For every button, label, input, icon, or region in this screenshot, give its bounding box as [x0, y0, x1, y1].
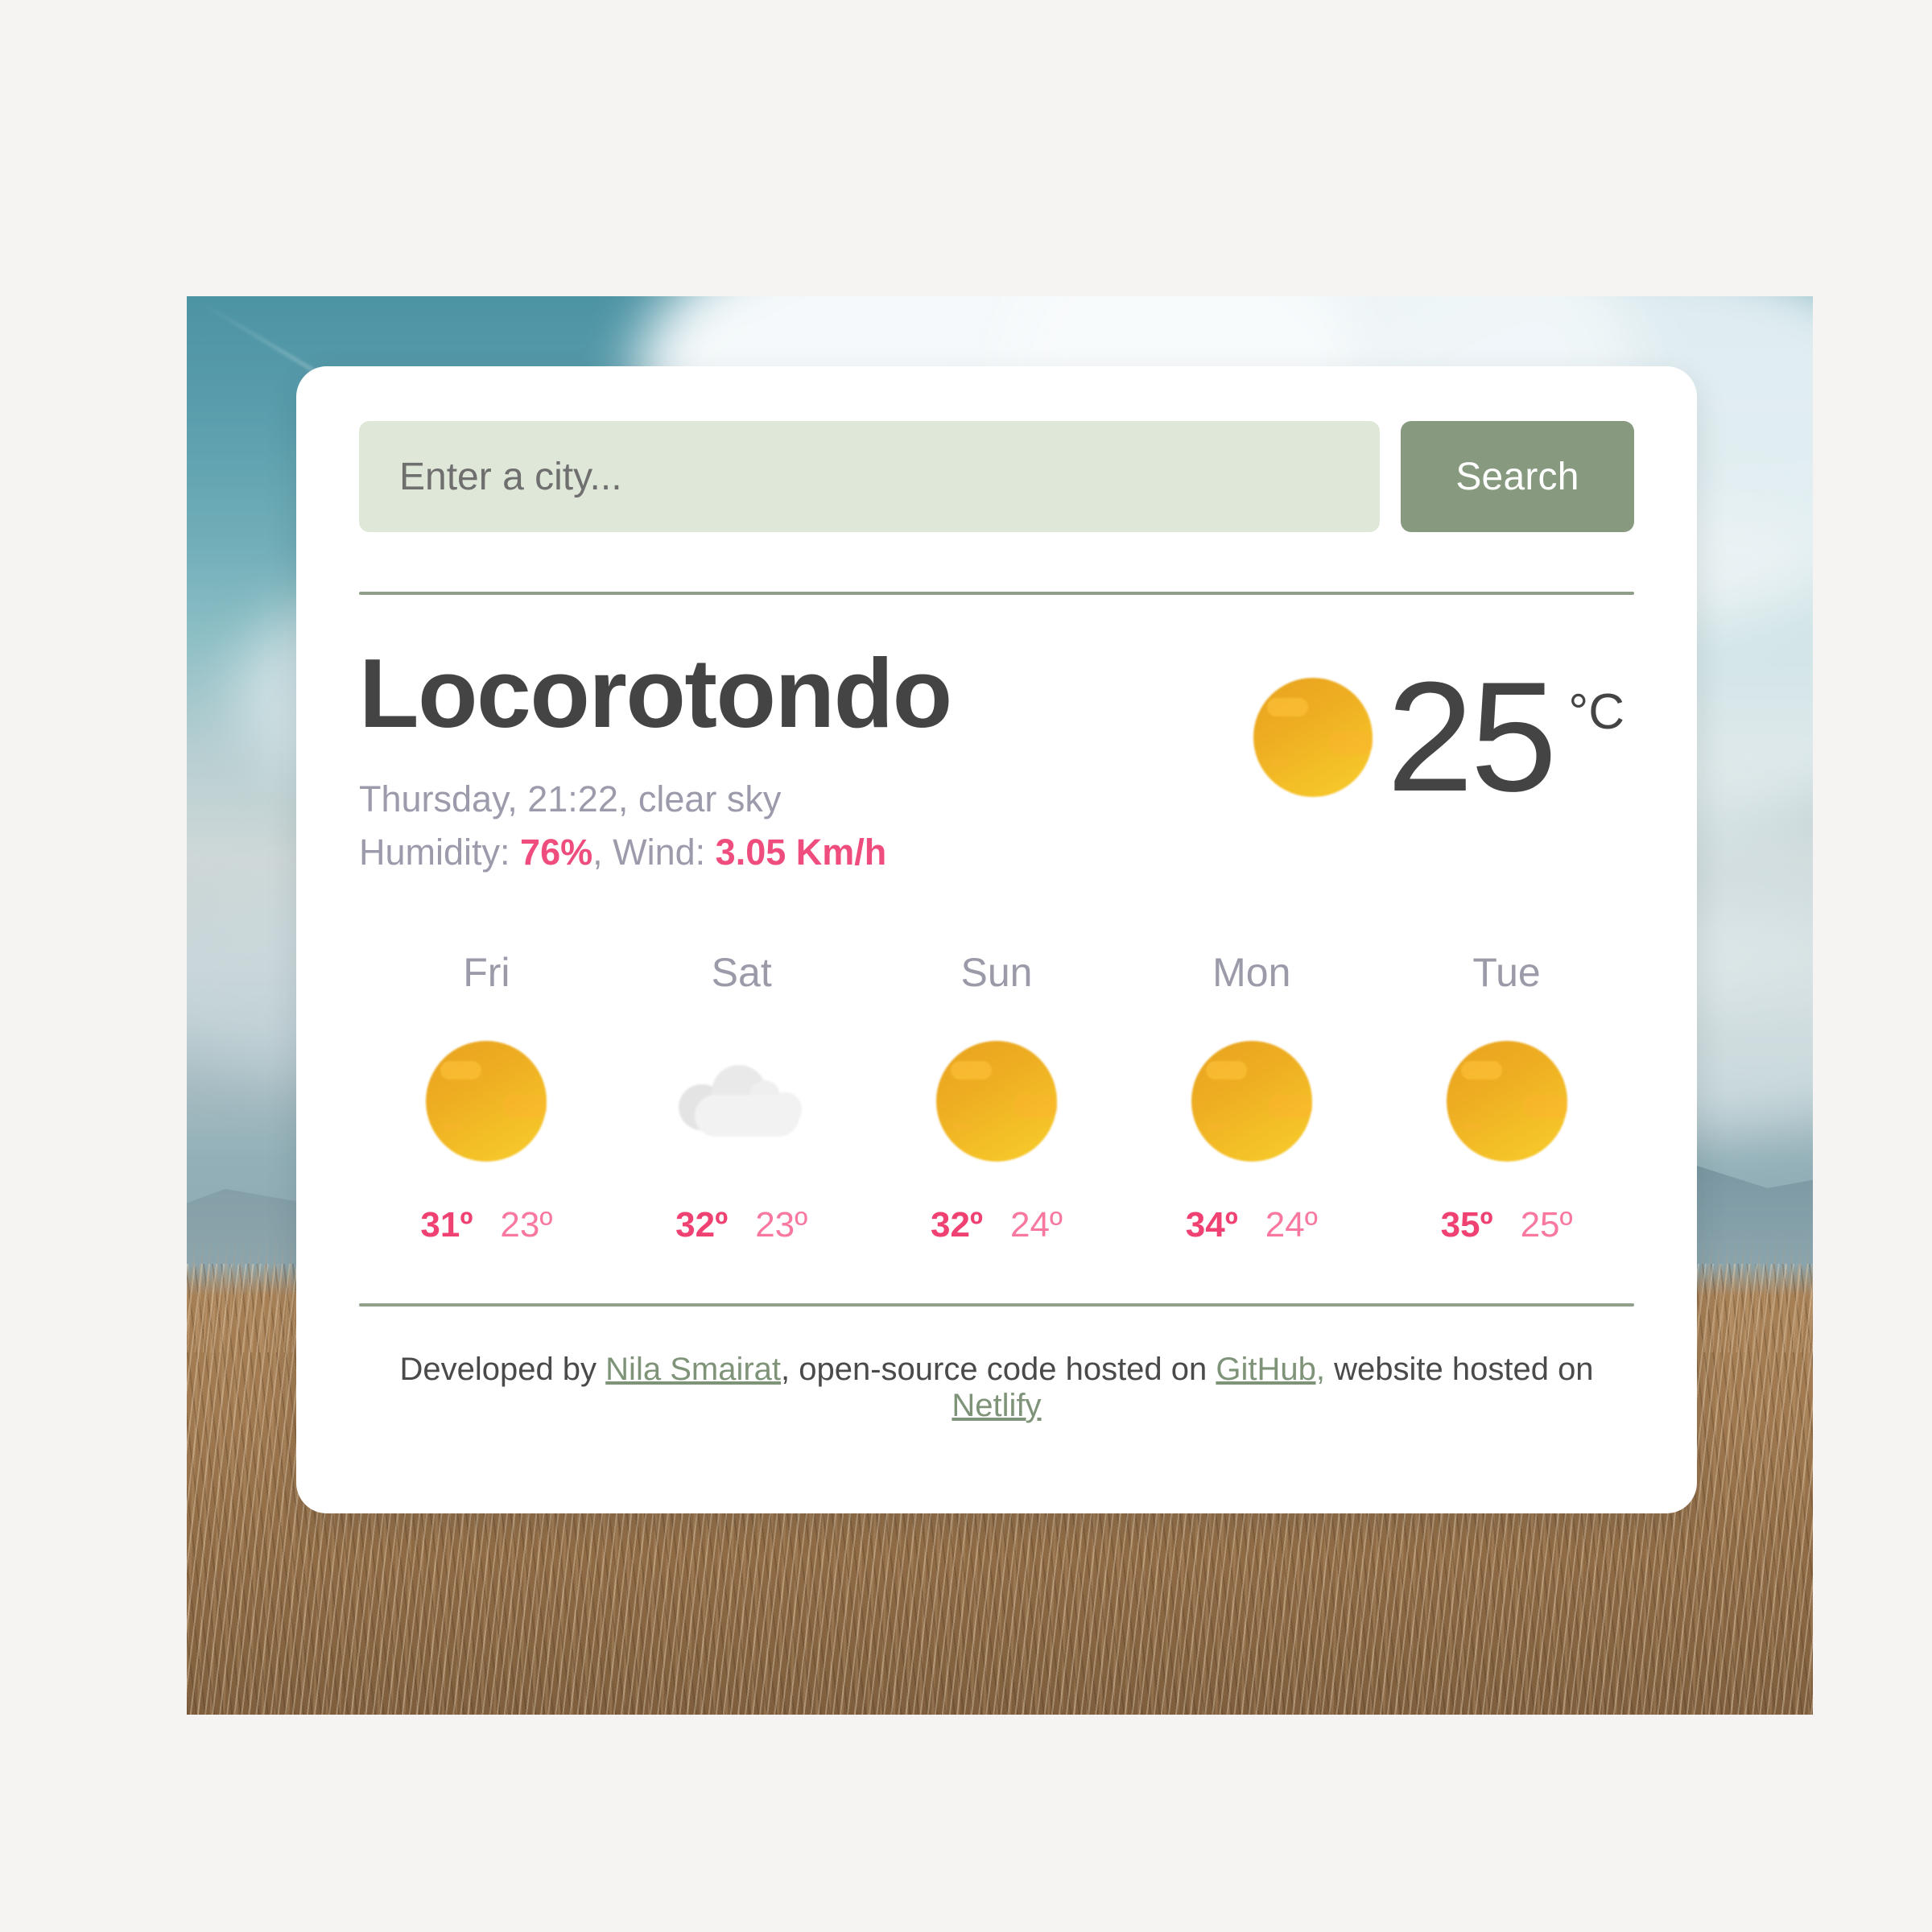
- forecast-temp-min: 23º: [500, 1204, 553, 1245]
- footer-mid1: , open-source code hosted on: [781, 1351, 1216, 1387]
- forecast-temp-max: 35º: [1440, 1204, 1493, 1245]
- forecast-temp-max: 34º: [1185, 1204, 1238, 1245]
- current-info: Locorotondo Thursday, 21:22, clear sky H…: [359, 638, 952, 880]
- sun-icon: [935, 1040, 1057, 1162]
- netlify-link[interactable]: Netlify: [952, 1388, 1041, 1423]
- weather-card: Search Locorotondo Thursday, 21:22, clea…: [296, 366, 1697, 1513]
- forecast-temp-min: 24º: [1009, 1204, 1063, 1245]
- footer-prefix: Developed by: [399, 1351, 606, 1387]
- wind-label: , Wind:: [592, 832, 716, 873]
- day-time-condition: Thursday, 21:22, clear sky: [359, 778, 782, 820]
- forecast-day: Sun 32º 24º: [869, 949, 1125, 1245]
- forecast-temp-max: 32º: [675, 1204, 729, 1245]
- forecast-temperatures: 32º 23º: [675, 1205, 807, 1245]
- author-link[interactable]: Nila Smairat: [605, 1352, 781, 1387]
- forecast-temperatures: 34º 24º: [1186, 1205, 1318, 1245]
- forecast-day: Fri 31º 23º: [359, 949, 614, 1245]
- forecast-temp-max: 31º: [420, 1204, 473, 1245]
- forecast-icon-wrap: [426, 1025, 547, 1178]
- forecast-day: Mon 34º 24º: [1124, 949, 1379, 1245]
- forecast-temp-min: 24º: [1265, 1204, 1318, 1245]
- github-link[interactable]: GitHub,: [1216, 1352, 1325, 1387]
- temperature-unit: °C: [1568, 684, 1624, 740]
- forecast-icon-wrap: [673, 1025, 810, 1178]
- footer-mid2: website hosted on: [1325, 1351, 1594, 1387]
- cloud-icon: [673, 1049, 810, 1154]
- forecast-day-label: Fri: [463, 949, 510, 995]
- humidity-label: Humidity:: [359, 832, 521, 873]
- forecast-temperatures: 32º 24º: [931, 1205, 1063, 1245]
- forecast-temperatures: 31º 23º: [420, 1205, 552, 1245]
- footer: Developed by Nila Smairat, open-source c…: [359, 1352, 1634, 1424]
- humidity-value: 76%: [520, 832, 593, 873]
- humidity-wind-line: Humidity: 76%, Wind: 3.05 Km/h: [359, 826, 952, 879]
- forecast-icon-wrap: [1191, 1025, 1312, 1178]
- current-temperature: 25: [1386, 650, 1558, 824]
- wind-value: 3.05 Km/h: [715, 832, 887, 873]
- sun-icon: [1446, 1040, 1567, 1162]
- sun-icon: [426, 1040, 547, 1162]
- forecast-icon-wrap: [935, 1025, 1057, 1178]
- sun-highlight: [1208, 1122, 1227, 1130]
- current-temperature-block: 25 °C: [1253, 650, 1634, 824]
- sun-icon: [1253, 678, 1373, 798]
- city-name: Locorotondo: [359, 638, 952, 748]
- forecast-day: Tue 35º 25º: [1379, 949, 1634, 1245]
- search-button[interactable]: Search: [1401, 421, 1634, 532]
- forecast-icon-wrap: [1446, 1025, 1567, 1178]
- sun-highlight: [952, 1122, 972, 1130]
- forecast-temp-min: 23º: [755, 1204, 808, 1245]
- current-conditions: Locorotondo Thursday, 21:22, clear sky H…: [359, 638, 1634, 880]
- forecast-temp-min: 25º: [1520, 1204, 1573, 1245]
- forecast-day-label: Sat: [711, 949, 772, 995]
- forecast-day-label: Tue: [1472, 949, 1541, 995]
- forecast-day-label: Sun: [960, 949, 1033, 995]
- forecast-row: Fri 31º 23º Sat 32º 23º Sun 32º 24º Mon 34º 24º Tue 3…: [359, 949, 1634, 1245]
- sun-highlight: [443, 1122, 461, 1130]
- cloud-body: [695, 1094, 799, 1137]
- forecast-temperatures: 35º 25º: [1441, 1205, 1573, 1245]
- search-bar: Search: [359, 366, 1634, 532]
- forecast-day: Sat 32º 23º: [614, 949, 869, 1245]
- divider-top: [359, 592, 1634, 595]
- divider-bottom: [359, 1302, 1634, 1307]
- current-meta: Thursday, 21:22, clear sky Humidity: 76%…: [359, 773, 952, 879]
- sun-icon: [1191, 1040, 1312, 1162]
- forecast-day-label: Mon: [1212, 949, 1291, 995]
- forecast-temp-max: 32º: [930, 1204, 983, 1245]
- sun-highlight: [1269, 758, 1288, 766]
- sun-highlight: [1463, 1122, 1482, 1130]
- search-input[interactable]: [359, 421, 1380, 532]
